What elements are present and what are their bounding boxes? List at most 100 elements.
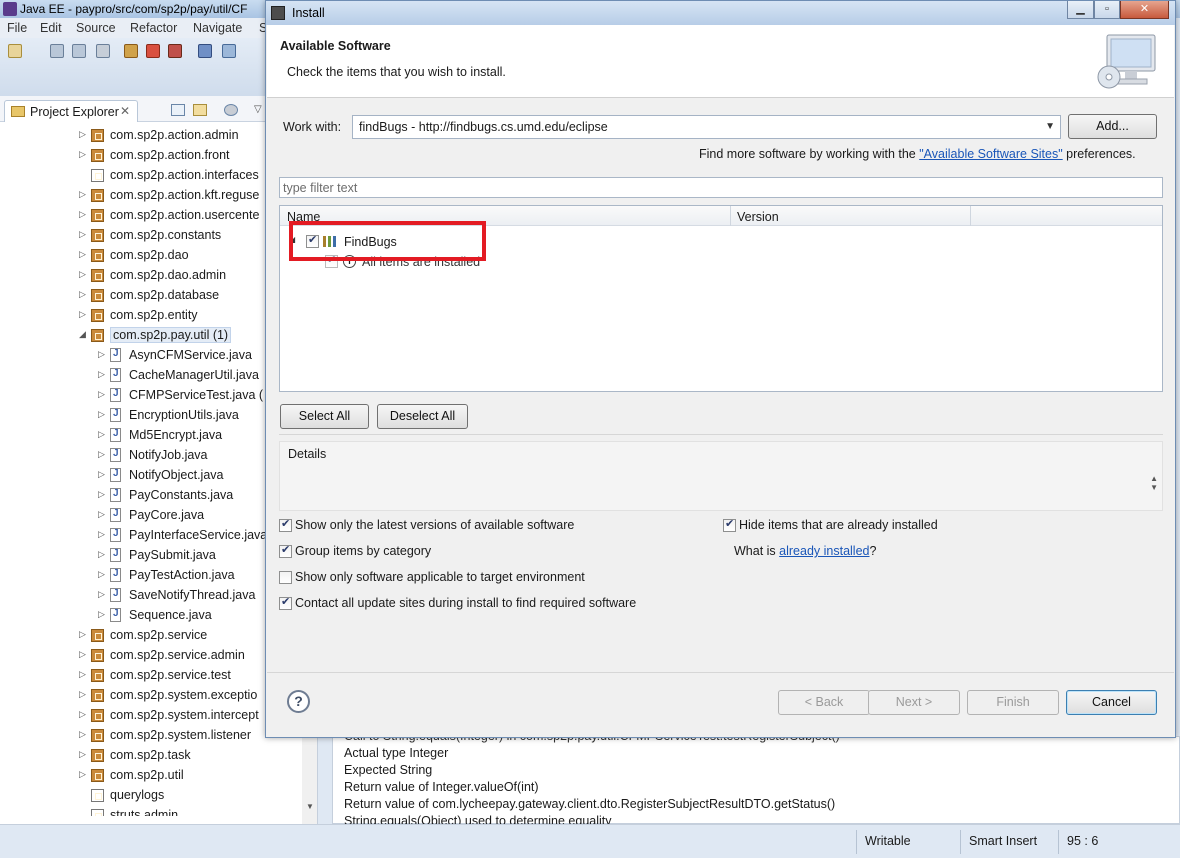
tree-item-label: com.sp2p.dao.admin bbox=[110, 268, 227, 282]
tree-item-label: NotifyObject.java bbox=[129, 468, 224, 482]
eclipse-app-icon bbox=[3, 2, 17, 16]
group-by-category-checkbox[interactable] bbox=[279, 543, 292, 558]
column-version[interactable]: Version bbox=[737, 210, 779, 224]
expand-arrow-icon[interactable]: ▷ bbox=[79, 189, 86, 200]
finish-button[interactable]: Finish bbox=[967, 690, 1059, 715]
menu-source[interactable]: Source bbox=[76, 21, 116, 35]
close-button[interactable]: ✕ bbox=[1120, 1, 1169, 19]
expand-arrow-icon[interactable]: ▷ bbox=[79, 229, 86, 240]
install-icon bbox=[271, 6, 285, 20]
expand-arrow-icon[interactable]: ▷ bbox=[98, 389, 105, 400]
expand-arrow-icon[interactable]: ▷ bbox=[98, 609, 105, 620]
expand-arrow-icon[interactable]: ▷ bbox=[79, 149, 86, 160]
next-button[interactable]: Next > bbox=[868, 690, 960, 715]
run-icon[interactable] bbox=[146, 44, 160, 58]
expand-arrow-icon[interactable]: ▷ bbox=[98, 529, 105, 540]
save-all-icon[interactable] bbox=[72, 44, 86, 58]
contact-sites-checkbox[interactable] bbox=[279, 595, 292, 610]
expand-arrow-icon[interactable]: ▷ bbox=[79, 209, 86, 220]
menu-navigate[interactable]: Navigate bbox=[193, 21, 242, 35]
expand-arrow-icon[interactable]: ▷ bbox=[79, 269, 86, 280]
scroll-down-icon[interactable]: ▼ bbox=[306, 802, 314, 811]
add-button[interactable]: Add... bbox=[1068, 114, 1157, 139]
expand-arrow-icon[interactable]: ▷ bbox=[98, 509, 105, 520]
expand-arrow-icon[interactable]: ▷ bbox=[98, 549, 105, 560]
filter-input[interactable] bbox=[280, 178, 1162, 197]
header-description: Check the items that you wish to install… bbox=[287, 65, 506, 79]
package-icon bbox=[91, 189, 104, 202]
tree-item-label: com.sp2p.util bbox=[110, 768, 184, 782]
external-tools-icon[interactable] bbox=[168, 44, 182, 58]
find-more-prefix: Find more software by working with the bbox=[699, 147, 920, 161]
select-all-button[interactable]: Select All bbox=[280, 404, 369, 429]
back-button[interactable]: < Back bbox=[778, 690, 870, 715]
chevron-down-icon[interactable]: ▼ bbox=[1045, 121, 1055, 132]
hide-installed-checkbox[interactable] bbox=[723, 517, 736, 532]
expand-arrow-icon[interactable]: ▷ bbox=[98, 569, 105, 580]
expand-arrow-icon[interactable]: ▷ bbox=[79, 669, 86, 680]
menu-edit[interactable]: Edit bbox=[40, 21, 62, 35]
package-icon bbox=[91, 649, 104, 662]
what-is-suffix: ? bbox=[869, 544, 877, 558]
expand-arrow-icon[interactable]: ▷ bbox=[79, 629, 86, 640]
expand-arrow-icon[interactable]: ▷ bbox=[98, 349, 105, 360]
latest-versions-checkbox[interactable] bbox=[279, 517, 292, 532]
help-icon[interactable]: ? bbox=[287, 690, 310, 713]
menu-bar: File Edit Source Refactor Navigate S bbox=[0, 18, 270, 38]
debug-icon[interactable] bbox=[124, 44, 138, 58]
tree-item-label: PayInterfaceService.java bbox=[129, 528, 268, 542]
tree-item-label: com.sp2p.service.admin bbox=[110, 648, 245, 662]
cancel-button[interactable]: Cancel bbox=[1066, 690, 1157, 715]
expand-arrow-icon[interactable]: ▷ bbox=[98, 369, 105, 380]
package-icon bbox=[91, 689, 104, 702]
package-icon bbox=[91, 749, 104, 762]
expand-arrow-icon[interactable]: ▷ bbox=[79, 309, 86, 320]
new-icon[interactable] bbox=[8, 44, 22, 58]
save-icon[interactable] bbox=[50, 44, 64, 58]
expand-arrow-icon[interactable]: ▷ bbox=[79, 729, 86, 740]
status-cursor-position: 95 : 6 bbox=[1067, 834, 1099, 848]
eclipse-title: Java EE - paypro/src/com/sp2p/pay/util/C… bbox=[20, 2, 248, 16]
expand-arrow-icon[interactable]: ▷ bbox=[98, 449, 105, 460]
tree-item-label: PaySubmit.java bbox=[129, 548, 216, 562]
available-software-sites-link[interactable]: "Available Software Sites" bbox=[919, 147, 1062, 161]
close-icon[interactable]: ✕ bbox=[120, 104, 130, 118]
expand-arrow-icon[interactable]: ▷ bbox=[79, 749, 86, 760]
print-icon[interactable] bbox=[96, 44, 110, 58]
minimize-button[interactable]: ▁ bbox=[1067, 1, 1094, 19]
expand-arrow-icon[interactable]: ▷ bbox=[98, 469, 105, 480]
collapse-all-icon[interactable] bbox=[171, 104, 185, 116]
tree-item-label: com.sp2p.action.interfaces bbox=[110, 168, 259, 182]
option-label: Show only software applicable to target … bbox=[295, 570, 585, 584]
dialog-title: Install bbox=[292, 6, 325, 20]
deselect-all-button[interactable]: Deselect All bbox=[377, 404, 468, 429]
menu-refactor[interactable]: Refactor bbox=[130, 21, 177, 35]
expand-arrow-icon[interactable]: ▷ bbox=[79, 649, 86, 660]
expand-arrow-icon[interactable]: ▷ bbox=[79, 769, 86, 780]
expand-arrow-icon[interactable]: ▷ bbox=[79, 689, 86, 700]
java-file-icon bbox=[110, 388, 121, 402]
chevron-down-icon[interactable] bbox=[30, 44, 38, 58]
expand-arrow-icon[interactable]: ◢ bbox=[79, 329, 86, 340]
target-environment-checkbox[interactable] bbox=[279, 571, 292, 584]
search-icon[interactable] bbox=[222, 44, 236, 58]
expand-arrow-icon[interactable]: ▷ bbox=[79, 289, 86, 300]
menu-file[interactable]: File bbox=[7, 21, 27, 35]
open-type-icon[interactable] bbox=[198, 44, 212, 58]
expand-arrow-icon[interactable]: ▷ bbox=[79, 129, 86, 140]
expand-arrow-icon[interactable]: ▷ bbox=[79, 709, 86, 720]
find-more-suffix: preferences. bbox=[1062, 147, 1136, 161]
already-installed-link[interactable]: already installed bbox=[779, 544, 869, 558]
expand-arrow-icon[interactable]: ▷ bbox=[98, 489, 105, 500]
maximize-button[interactable]: ▫ bbox=[1094, 1, 1120, 19]
expand-arrow-icon[interactable]: ▷ bbox=[98, 429, 105, 440]
details-scroll-icon[interactable]: ▲ ▼ bbox=[1150, 474, 1158, 492]
work-with-combo[interactable]: findBugs - http://findbugs.cs.umd.edu/ec… bbox=[352, 115, 1061, 139]
link-editor-icon[interactable] bbox=[193, 104, 207, 116]
filter-field[interactable] bbox=[279, 177, 1163, 198]
expand-arrow-icon[interactable]: ▷ bbox=[98, 409, 105, 420]
expand-arrow-icon[interactable]: ▷ bbox=[98, 589, 105, 600]
tab-project-explorer[interactable]: Project Explorer ✕ bbox=[4, 100, 138, 122]
expand-arrow-icon[interactable]: ▷ bbox=[79, 249, 86, 260]
view-menu-icon[interactable] bbox=[224, 104, 238, 116]
